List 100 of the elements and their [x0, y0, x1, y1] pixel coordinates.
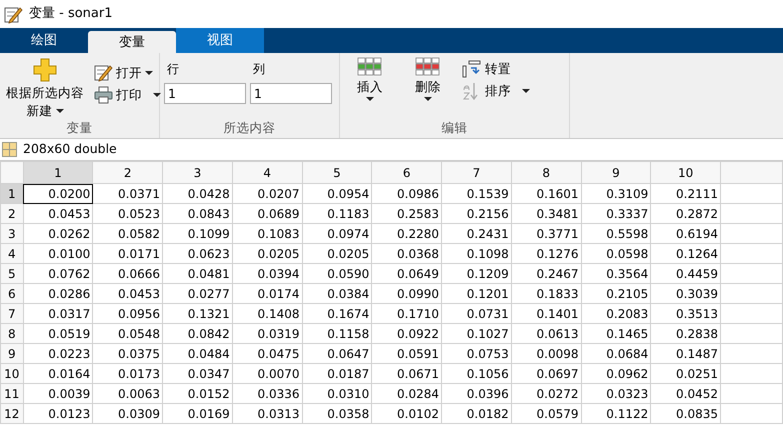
- table-cell: 0.1027: [442, 324, 512, 344]
- table-cell: 0.0666: [92, 264, 163, 284]
- row-header[interactable]: 4: [0, 244, 24, 264]
- table-cell: 0.0164: [23, 364, 93, 384]
- table-cell: 0.0954: [302, 184, 372, 204]
- ribbon-tab[interactable]: 变量: [88, 31, 176, 55]
- group-label: 编辑: [440, 120, 468, 136]
- row-header[interactable]: 7: [0, 304, 24, 324]
- table-cell: 0.0579: [511, 404, 582, 424]
- window-title: 变量 - sonar1: [29, 5, 113, 24]
- table-cell: 0.1099: [162, 224, 232, 244]
- column-header[interactable]: 9: [581, 162, 651, 184]
- table-cell: 0.0262: [23, 224, 93, 244]
- table-cell: 0.0842: [162, 324, 232, 344]
- table-cell: 0.5598: [581, 224, 651, 244]
- table-cell: 0.0484: [162, 344, 232, 364]
- delete-rows-icon: [415, 57, 441, 77]
- table-cell: 0.1083: [232, 224, 302, 244]
- table-cell: 0.0182: [442, 404, 512, 424]
- table-cell: 0.4459: [650, 264, 721, 284]
- row-header[interactable]: 6: [0, 284, 24, 304]
- table-cell: 0.0323: [581, 384, 651, 404]
- row-header[interactable]: 1: [0, 184, 24, 204]
- table-cell: 0.0070: [232, 364, 302, 384]
- table-cell: 0.0598: [581, 244, 651, 264]
- column-input-field[interactable]: 1: [250, 83, 332, 104]
- new-from-selection-button[interactable]: 根据所选内容 新建: [4, 57, 86, 120]
- table-cell: 0.0152: [162, 384, 232, 404]
- table-cell: 0.2872: [650, 204, 721, 224]
- sort-button[interactable]: 排序: [460, 81, 532, 101]
- notepad-pencil-icon: [94, 63, 113, 82]
- transpose-button[interactable]: 转置: [460, 60, 532, 78]
- table-cell: 0.0428: [162, 184, 232, 204]
- table-cell: 0.1209: [442, 264, 512, 284]
- column-header[interactable]: 2: [92, 162, 163, 184]
- table-cell: 0.0582: [92, 224, 163, 244]
- column-header[interactable]: 5: [302, 162, 372, 184]
- table-cell: 0.2111: [650, 184, 721, 204]
- table-cell: 0.0590: [302, 264, 372, 284]
- row-header[interactable]: 11: [0, 384, 24, 404]
- table-cell: 0.0173: [92, 364, 163, 384]
- table-cell: 0.3109: [581, 184, 651, 204]
- variable-size-label: 208x60 double: [23, 140, 117, 158]
- table-cell: 0.0962: [581, 364, 651, 384]
- row-header[interactable]: 3: [0, 224, 24, 244]
- insert-rows-icon: [357, 57, 383, 77]
- row-header[interactable]: 5: [0, 264, 24, 284]
- table-cell: 0.3771: [511, 224, 582, 244]
- table-cell: 0.0187: [302, 364, 372, 384]
- table-cell: 0.0753: [442, 344, 512, 364]
- table-cell: 0.2431: [442, 224, 512, 244]
- table-cell: 0.0452: [650, 384, 721, 404]
- table-cell: 0.0956: [92, 304, 163, 324]
- row-header[interactable]: 10: [0, 364, 24, 384]
- table-cell: 0.0671: [372, 364, 442, 384]
- caret-icon: [56, 109, 64, 113]
- table-cell: 0.1833: [511, 284, 582, 304]
- table-cell: 0.2105: [581, 284, 651, 304]
- row-header[interactable]: 2: [0, 204, 24, 224]
- column-header[interactable]: 3: [162, 162, 232, 184]
- table-cell: 0.1158: [302, 324, 372, 344]
- table-cell: 0.0347: [162, 364, 232, 384]
- table-cell: 0.0990: [372, 284, 442, 304]
- table-cell: 0.0272: [511, 384, 582, 404]
- table-cell: 0.0063: [92, 384, 163, 404]
- print-button[interactable]: 打印: [92, 85, 163, 104]
- table-cell: 0.0205: [232, 244, 302, 264]
- table-cell: 0.0207: [232, 184, 302, 204]
- column-header[interactable]: 4: [232, 162, 302, 184]
- group-label: 变量: [66, 120, 94, 136]
- table-cell: 0.0394: [232, 264, 302, 284]
- table-cell: 0.0453: [23, 204, 93, 224]
- table-cell: 0.1098: [442, 244, 512, 264]
- row-header[interactable]: 8: [0, 324, 24, 344]
- row-header[interactable]: 9: [0, 344, 24, 364]
- column-header[interactable]: 8: [511, 162, 582, 184]
- table-cell: 0.0613: [511, 324, 582, 344]
- ribbon-tab[interactable]: 视图: [176, 28, 264, 53]
- row-input-field[interactable]: 1: [164, 83, 246, 104]
- table-cell: 0.6194: [650, 224, 721, 244]
- ribbon-tab[interactable]: 绘图: [0, 28, 88, 53]
- table-cell: 0.0762: [23, 264, 93, 284]
- row-header[interactable]: 12: [0, 404, 24, 424]
- column-header[interactable]: 7: [442, 162, 512, 184]
- table-cell: 0.0169: [162, 404, 232, 424]
- table-cell: 0.1601: [511, 184, 582, 204]
- column-header[interactable]: 1: [23, 162, 93, 184]
- table-cell: 0.1674: [302, 304, 372, 324]
- table-cell: 0.0039: [23, 384, 93, 404]
- table-cell: 0.1201: [442, 284, 512, 304]
- delete-button[interactable]: 删除: [402, 57, 454, 120]
- column-header[interactable]: 10: [650, 162, 721, 184]
- insert-button[interactable]: 插入: [344, 57, 396, 120]
- table-cell: 0.0100: [23, 244, 93, 264]
- table-cell: 0.1539: [442, 184, 512, 204]
- table-cell: 0.0123: [23, 404, 93, 424]
- table-cell: 0.0368: [372, 244, 442, 264]
- open-button[interactable]: 打开: [92, 63, 163, 82]
- column-header[interactable]: 6: [372, 162, 442, 184]
- table-cell: 0.0358: [302, 404, 372, 424]
